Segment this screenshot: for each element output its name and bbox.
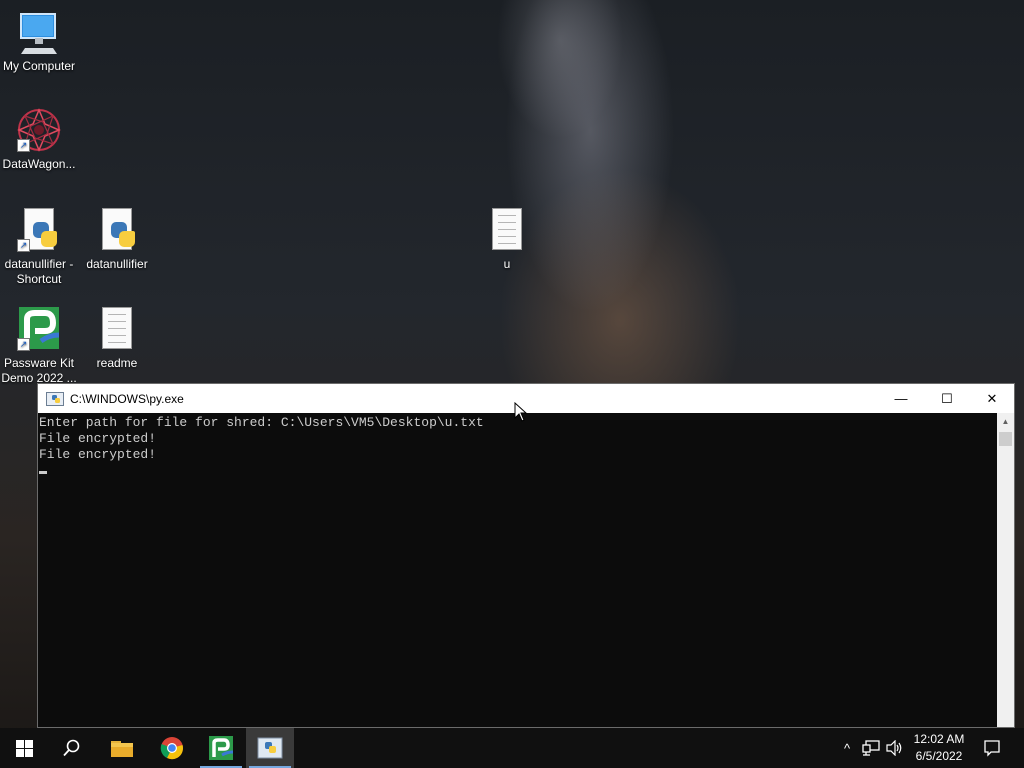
desktop-icon-datanullifier[interactable]: datanullifier	[78, 206, 156, 272]
taskbar-file-explorer[interactable]	[98, 728, 146, 768]
python-console-icon	[257, 737, 283, 759]
desktop-icon-label: u	[503, 257, 511, 271]
windows-logo-icon	[15, 739, 33, 757]
desktop-icon-label: datanullifier	[86, 257, 148, 271]
shortcut-arrow-icon: ↗	[17, 139, 30, 152]
chrome-icon	[160, 737, 183, 760]
window-title: C:\WINDOWS\py.exe	[70, 391, 184, 406]
text-cursor	[39, 471, 47, 474]
monitor-icon	[15, 8, 63, 56]
close-button[interactable]: ✕	[969, 384, 1015, 413]
shortcut-arrow-icon: ↗	[17, 338, 30, 351]
desktop-icon-readme[interactable]: readme	[78, 305, 156, 371]
datawagon-logo-icon: ↗	[15, 106, 63, 154]
scroll-up-arrow-icon[interactable]: ▲	[997, 413, 1014, 430]
taskbar-clock[interactable]: 12:02 AM 6/5/2022	[904, 731, 974, 765]
passware-icon	[209, 736, 234, 760]
folder-icon	[111, 741, 133, 757]
tray-overflow-button[interactable]: ^	[838, 728, 856, 768]
taskbar-chrome[interactable]	[148, 728, 196, 768]
desktop-icon-label: DataWagon...	[2, 157, 76, 171]
search-icon	[63, 739, 80, 757]
desktop-icon-passware[interactable]: ↗ Passware Kit Demo 2022 ...	[0, 305, 78, 386]
minimize-button[interactable]: —	[878, 384, 924, 413]
text-file-icon	[483, 206, 531, 254]
taskbar-passware[interactable]	[197, 728, 245, 768]
taskbar-python-console[interactable]	[246, 728, 294, 768]
desktop-icon-label: readme	[96, 356, 138, 370]
search-button[interactable]	[48, 728, 96, 768]
shortcut-arrow-icon: ↗	[17, 239, 30, 252]
python-file-icon	[93, 206, 141, 254]
tray-network[interactable]	[860, 728, 882, 768]
clock-date: 6/5/2022	[915, 749, 963, 763]
vertical-scrollbar[interactable]: ▲	[997, 413, 1014, 727]
console-output[interactable]: Enter path for file for shred: C:\Users\…	[38, 413, 997, 727]
action-center-button[interactable]	[978, 728, 1006, 768]
chevron-up-icon: ^	[843, 740, 851, 756]
maximize-button[interactable]: ☐	[924, 384, 970, 413]
maximize-icon: ☐	[941, 390, 953, 406]
console-window[interactable]: C:\WINDOWS\py.exe — ☐ ✕ Enter path for f…	[37, 383, 1015, 728]
desktop-icon-datawagon[interactable]: ↗ DataWagon...	[0, 106, 78, 172]
notification-icon	[984, 740, 1000, 757]
console-line: File encrypted!	[39, 447, 157, 462]
python-file-icon: ↗	[15, 206, 63, 254]
desktop-icon-label: Passware Kit Demo 2022 ...	[1, 356, 77, 385]
network-icon	[862, 740, 880, 756]
desktop-icon-label: My Computer	[2, 59, 76, 73]
taskbar: ^ 12:02 AM 6/5/2022	[0, 728, 1024, 768]
desktop-icon-datanullifier-shortcut[interactable]: ↗ datanullifier - Shortcut	[0, 206, 78, 287]
start-button[interactable]	[0, 728, 48, 768]
desktop-icon-label: datanullifier - Shortcut	[4, 257, 74, 286]
speaker-icon	[886, 740, 902, 756]
mouse-pointer-icon	[514, 402, 528, 422]
desktop-icon-u[interactable]: u	[468, 206, 546, 272]
console-line: File encrypted!	[39, 431, 157, 446]
scrollbar-thumb[interactable]	[999, 432, 1012, 446]
tray-volume[interactable]	[884, 728, 906, 768]
desktop-icon-my-computer[interactable]: My Computer	[0, 8, 78, 74]
text-file-icon	[93, 305, 141, 353]
clock-time: 12:02 AM	[913, 732, 965, 746]
passware-icon: ↗	[15, 305, 63, 353]
python-console-icon	[46, 391, 64, 406]
minimize-icon: —	[894, 391, 908, 406]
close-icon: ✕	[986, 390, 998, 406]
